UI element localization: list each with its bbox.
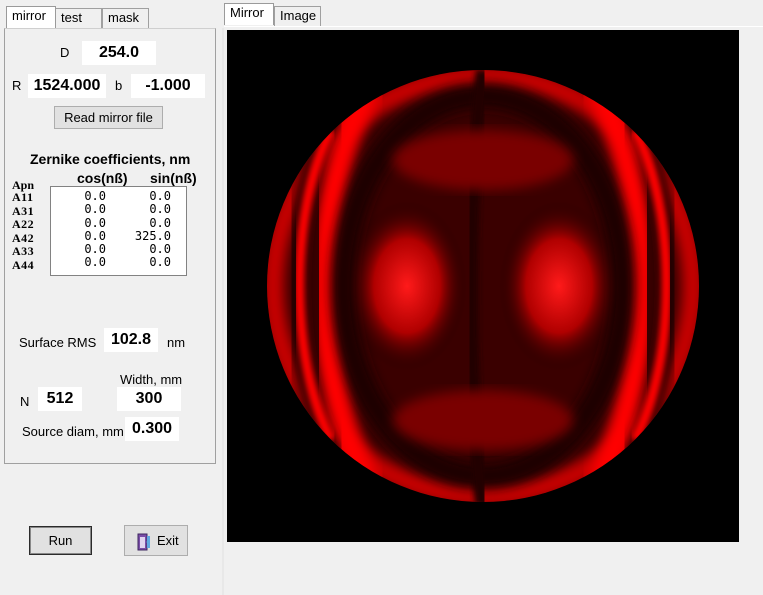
r-field[interactable]: 1524.000 [28,74,106,98]
fringe-pattern [267,70,699,502]
sin-value: 0.0 [149,255,171,269]
surface-rms-unit: nm [167,335,186,350]
tab-mask-label: mask [108,10,140,25]
tab-image-view-label: Image [280,8,317,23]
sin-header: sin(nß) [150,170,197,186]
tab-mirror[interactable]: mirror [6,6,56,28]
apn-labels: A11 A31 A22 A42 A33 A44 [12,190,35,272]
tab-mirror-view-label: Mirror [230,5,264,20]
apn-row-label: A42 [12,230,35,245]
r-label: R [12,78,22,93]
read-mirror-file-button[interactable]: Read mirror file [54,106,163,129]
sin-value: 0.0 [149,202,171,216]
n-label: N [20,394,30,409]
tab-mirror-view[interactable]: Mirror [224,3,274,25]
cos-value: 0.0 [84,255,106,269]
d-label: D [60,45,70,60]
tab-test[interactable]: test [55,8,102,28]
width-label: Width, mm [120,372,183,387]
source-diam-label: Source diam, mm [22,424,124,439]
read-mirror-file-label: Read mirror file [64,110,153,125]
pane-divider [222,28,224,595]
tab-test-label: test [61,10,82,25]
tab-strip-line [224,26,763,27]
source-diam-field[interactable]: 0.300 [125,417,179,441]
surface-rms-value: 102.8 [104,328,158,352]
interferogram-image [227,30,739,542]
b-field[interactable]: -1.000 [131,74,205,98]
tab-mask[interactable]: mask [102,8,149,28]
run-button-label: Run [48,533,73,548]
tab-mirror-label: mirror [12,8,46,23]
run-button[interactable]: Run [29,526,92,555]
zernike-coefficients-input[interactable]: 0.0 0.0 0.0 0.0 0.0 0.0 0.0 325.0 0.0 0.… [50,186,187,276]
cos-value: 0.0 [84,202,106,216]
zernike-title: Zernike coefficients, nm [30,151,191,167]
d-field[interactable]: 254.0 [82,41,156,65]
width-field[interactable]: 300 [117,387,181,411]
cos-header: cos(nß) [77,170,128,186]
apn-row-label: A11 [12,190,34,204]
zernike-row: 0.0 0.0 [51,256,186,269]
surface-rms-label: Surface RMS [19,335,97,350]
zernike-row: 0.0 0.0 [51,203,186,216]
exit-button[interactable]: Exit [124,525,188,556]
b-label: b [115,78,123,93]
n-field[interactable]: 512 [38,387,82,411]
exit-icon [137,532,151,551]
apn-row-label: A33 [12,244,35,258]
exit-button-label: Exit [157,533,179,548]
apn-row-label: A22 [12,217,35,231]
tab-image-view[interactable]: Image [274,6,321,26]
apn-row-label: A31 [12,203,35,218]
apn-row-label: A44 [12,257,35,272]
